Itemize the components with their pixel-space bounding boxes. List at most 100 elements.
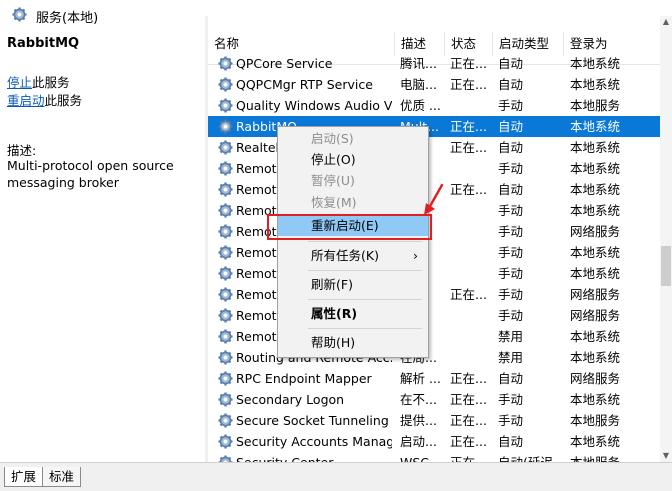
service-startup-type: 手动 [498,287,524,302]
service-gear-icon [218,287,233,302]
service-startup-type: 手动 [498,392,524,407]
service-startup-type: 手动 [498,245,524,260]
menu-item-refresh[interactable]: 刷新(F) [278,275,428,295]
menu-item-resume: 恢复(M) [311,195,357,210]
vertical-scrollbar[interactable]: ▲ ▼ [660,16,672,462]
service-status [450,326,490,347]
service-status [450,305,490,326]
menu-separator [308,270,422,271]
table-row[interactable]: Secure Socket Tunneling ... 提供... 正在... 手动 本… [208,410,660,431]
table-row[interactable]: Remote... 手动 本地系统 [208,263,660,284]
table-row[interactable]: Routing and Remote Acc...在局...禁用本地系统 [208,347,660,368]
service-description-cell: 提供... [400,413,437,428]
annotation-arrow-icon [424,183,444,215]
service-startup-type: 自动 [498,77,524,92]
service-logon-as: 本地系统 [570,56,621,71]
menu-item-help[interactable]: 帮助(H) [278,333,428,353]
service-gear-icon [218,161,233,176]
service-status: 正在... [450,371,487,386]
service-status: 正在... [450,77,487,92]
table-row[interactable]: Secondary Logon 在不... 正在... 手动 本地系统 [208,389,660,410]
service-name: Quality Windows Audio V... [236,98,392,113]
tab-standard[interactable]: 标准 [42,467,82,487]
services-gear-icon [12,7,27,22]
service-logon-as: 本地系统 [570,161,621,176]
service-logon-as: 网络服务 [570,287,621,302]
table-row[interactable]: QPCore Service 腾讯... 正在... 自动 本地系统 [208,53,660,74]
service-description-cell: 解析 ... [400,371,440,386]
service-gear-icon [218,371,233,386]
tab-extended[interactable]: 扩展 [4,467,44,487]
menu-separator [308,299,422,300]
service-gear-icon [218,350,233,365]
service-gear-icon [218,329,233,344]
menu-separator [308,241,422,242]
table-row[interactable]: Remote... 手动 本地系统 [208,242,660,263]
selected-service-name: RabbitMQ [7,36,80,51]
service-logon-as: 本地服务 [570,413,621,428]
service-gear-icon [218,77,233,92]
stop-service-link[interactable]: 停止 [7,75,32,90]
service-status [450,95,490,116]
service-status: 正在... [450,392,487,407]
menu-item-all-tasks[interactable]: 所有任务(K) › [278,246,428,266]
service-startup-type: 自动 [498,140,524,155]
service-status [450,263,490,284]
service-logon-as: 本地系统 [570,266,621,281]
table-row[interactable]: Remote... 正在... 手动 网络服务 [208,284,660,305]
service-name: Security Center [236,452,392,462]
table-row[interactable]: RPC Endpoint Mapper 解析 ... 正在... 自动 网络服务 [208,368,660,389]
service-logon-as: 本地系统 [570,203,621,218]
service-name: QPCore Service [236,56,333,71]
service-gear-icon [218,98,233,113]
table-row[interactable]: QQPCMgr RTP Service 电脑... 正在... 自动 本地系统 [208,74,660,95]
context-menu: 启动(S) 停止(O) 暂停(U) 恢复(M) 重新启动(E) 所有任务(K) … [277,126,429,358]
service-description-cell: WSC... [400,452,440,462]
service-status [450,347,490,368]
table-row[interactable]: Realtek... 正在... 自动 本地系统 [208,137,660,158]
menu-item-pause: 暂停(U) [311,173,355,188]
service-description-cell: 电脑... [400,77,437,92]
menu-item-stop[interactable]: 停止(O) [278,150,428,170]
service-gear-icon [218,434,233,449]
service-description: Multi-protocol open source messaging bro… [7,158,174,190]
service-startup-type: 禁用 [498,350,524,365]
table-row[interactable]: Remote... 禁用 本地系统 [208,326,660,347]
scroll-up-icon[interactable]: ▲ [662,18,670,26]
service-startup-type: 自动(延迟... [498,452,560,462]
service-status: 正在... [450,413,487,428]
service-name: RPC Endpoint Mapper [236,371,372,386]
service-startup-type: 手动 [498,98,524,113]
service-status: 正在... [450,434,487,449]
service-description-cell: 启动... [400,434,437,449]
table-row[interactable]: Remote... 手动 网络服务 [208,305,660,326]
service-logon-as: 网络服务 [570,308,621,323]
service-description-cell: 在不... [400,392,437,407]
service-startup-type: 自动 [498,182,524,197]
service-startup-type: 手动 [498,203,524,218]
service-status [450,158,490,179]
restart-service-link[interactable]: 重启动 [7,93,45,108]
service-logon-as: 本地系统 [570,245,621,260]
service-gear-icon [218,308,233,323]
service-gear-icon [218,224,233,239]
table-row[interactable]: RabbitMQMult...正在...自动本地系统 [208,116,660,137]
service-status: 正在... [450,140,487,155]
scroll-down-icon[interactable]: ▼ [662,452,670,460]
menu-item-start: 启动(S) [311,131,354,146]
service-description-cell: 腾讯... [400,56,437,71]
service-gear-icon [218,392,233,407]
table-row[interactable]: Remote... 手动 本地系统 [208,158,660,179]
service-logon-as: 网络服务 [570,224,621,239]
service-startup-type: 手动 [498,308,524,323]
service-gear-icon [218,413,233,428]
service-gear-icon [218,455,233,462]
service-name: Secure Socket Tunneling ... [236,413,392,428]
table-row[interactable]: Security Accounts Manag... 启动... 正在... 自动 本地… [208,431,660,452]
table-row[interactable]: Quality Windows Audio V... 优质 ... 手动 本地服务 [208,95,660,116]
scrollbar-thumb[interactable] [661,246,671,286]
service-gear-icon [218,182,233,197]
table-row[interactable]: Security Center WSC... 正在... 自动(延迟... 本地服务 [208,452,660,462]
service-gear-icon [218,203,233,218]
menu-item-properties[interactable]: 属性(R) [278,304,428,324]
